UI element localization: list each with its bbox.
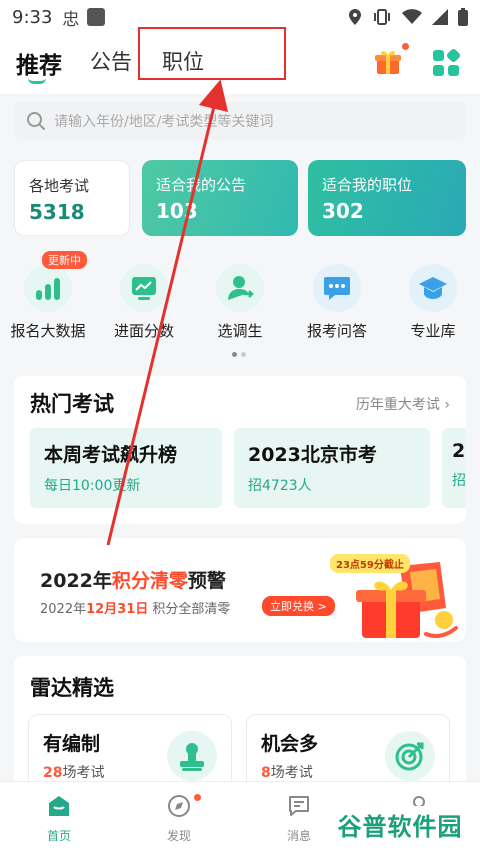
location-icon [349,9,361,25]
nav-home[interactable]: 首页 [24,794,94,844]
compass-icon [168,795,190,817]
discover-notification-dot [194,794,201,801]
banner-title-highlight: 积分清零 [111,570,188,592]
gift-icon[interactable] [374,48,402,76]
page-dot-active [232,352,237,357]
section-title: 热门考试 [30,392,114,416]
nav-label: 发现 [166,829,191,843]
vibrate-icon [374,9,390,25]
signal-icon [432,9,448,25]
status-time: 9:33 [12,6,53,28]
tab-active-indicator [28,78,46,84]
hot-card-beijing-exam[interactable]: 2023北京市考 招4723人 [234,428,430,508]
app-notification-icon: 忠 [62,9,80,30]
message-icon [289,796,309,816]
stat-label: 适合我的公告 [156,176,247,194]
deadline-tag: 23点59分截止 [330,554,410,573]
quick-item-label: 报名大数据 [10,322,86,340]
stat-card-exams[interactable]: 各地考试 5318 [14,160,130,236]
chevron-right-icon: › [444,397,450,413]
updating-badge: 更新中 [42,251,87,269]
quick-item-label: 报考问答 [306,322,367,340]
battery-icon [458,8,468,26]
apps-grid-icon[interactable] [432,49,460,77]
stat-value: 302 [322,199,364,223]
quick-item-qa[interactable]: 报考问答 [292,264,382,341]
quick-item-label: 专业库 [410,322,456,340]
points-banner[interactable]: 2022年积分清零预警 2022年12月31日 积分全部清零 立即兑换 > 23… [14,538,466,642]
hot-card-sub: 每日10:00更新 [44,478,141,494]
graduation-cap-icon [409,264,457,312]
quick-item-selected-graduates[interactable]: 选调生 [195,264,285,341]
bar-chart-icon [24,264,72,312]
quick-item-interview-score[interactable]: 进面分数 [99,264,189,341]
status-icons [348,8,468,26]
past-exams-label: 历年重大考试 [355,397,440,413]
wifi-icon [402,9,422,24]
nav-label: 首页 [46,829,71,843]
search-input[interactable]: 请输入年份/地区/考试类型等关键词 [54,111,273,131]
hot-card-sub: 招4723人 [248,478,312,494]
stat-label: 各地考试 [29,177,90,195]
section-title: 雷达精选 [30,676,114,700]
chat-icon [313,264,361,312]
banner-subtitle: 2022年12月31日 积分全部清零 [40,598,230,617]
nav-label: 消息 [286,829,311,843]
nav-messages[interactable]: 消息 [264,794,334,844]
tab-recommend[interactable]: 推荐 [16,46,62,80]
gift-notification-dot [402,43,409,50]
hot-card-title: 2023北京市考 [248,444,377,466]
banner-sub-text: 积分全部清零 [148,602,231,617]
hot-card-partial[interactable]: 2 招 [442,428,466,508]
banner-title-year: 2022年 [40,570,112,592]
page-indicator [232,352,246,357]
stat-value: 5318 [29,200,85,224]
highlight-box [138,27,286,80]
target-icon [385,731,435,781]
banner-sub-year: 2022年 [40,602,87,617]
banner-title: 2022年积分清零预警 [40,566,226,593]
hot-card-sub: 招 [452,473,466,489]
nav-discover[interactable]: 发现 [144,794,214,844]
radar-count: 28 [43,765,63,781]
past-exams-link[interactable]: 历年重大考试 › [356,394,450,414]
stat-card-announcements[interactable]: 适合我的公告 103 [142,160,298,236]
site-watermark: 谷普软件园 [330,806,470,842]
notification-square-icon [87,8,106,26]
stamp-icon [167,731,217,781]
radar-unit: 场考试 [270,765,313,781]
search-icon [27,112,45,130]
quick-item-label: 选调生 [217,322,263,340]
page-dot [241,352,246,357]
radar-count: 8 [261,765,271,781]
tab-announcement[interactable]: 公告 [90,46,132,76]
redeem-button[interactable]: 立即兑换 > [262,596,335,616]
user-swap-icon [216,264,264,312]
stat-value: 103 [156,199,198,223]
app-screen: 9:33 忠 推荐 公告 职位 请输入年份/地区/考试类型等关键词 各地考试 5… [0,0,480,853]
quick-item-signup-data[interactable]: 报名大数据 [3,264,93,341]
hot-card-title: 本周考试飙升榜 [44,444,178,466]
home-icon [49,796,69,816]
quick-item-major-library[interactable]: 专业库 [388,264,478,341]
banner-title-suffix: 预警 [187,570,226,592]
top-header: 推荐 公告 职位 [0,27,480,94]
radar-panel: 雷达精选 有编制 28场考试 机会多 8场考试 [14,656,466,804]
hot-card-weekly-rank[interactable]: 本周考试飙升榜 每日10:00更新 [30,428,222,508]
stat-card-positions[interactable]: 适合我的职位 302 [308,160,466,236]
stat-label: 适合我的职位 [322,176,413,194]
search-bar[interactable]: 请输入年份/地区/考试类型等关键词 [14,102,466,140]
hot-exams-panel: 热门考试 历年重大考试 › 本周考试飙升榜 每日10:00更新 2023北京市考… [14,376,466,524]
line-chart-icon [120,264,168,312]
banner-sub-date: 12月31日 [86,602,149,617]
hot-card-title: 2 [452,440,466,462]
quick-item-label: 进面分数 [113,322,174,340]
radar-unit: 场考试 [62,765,105,781]
